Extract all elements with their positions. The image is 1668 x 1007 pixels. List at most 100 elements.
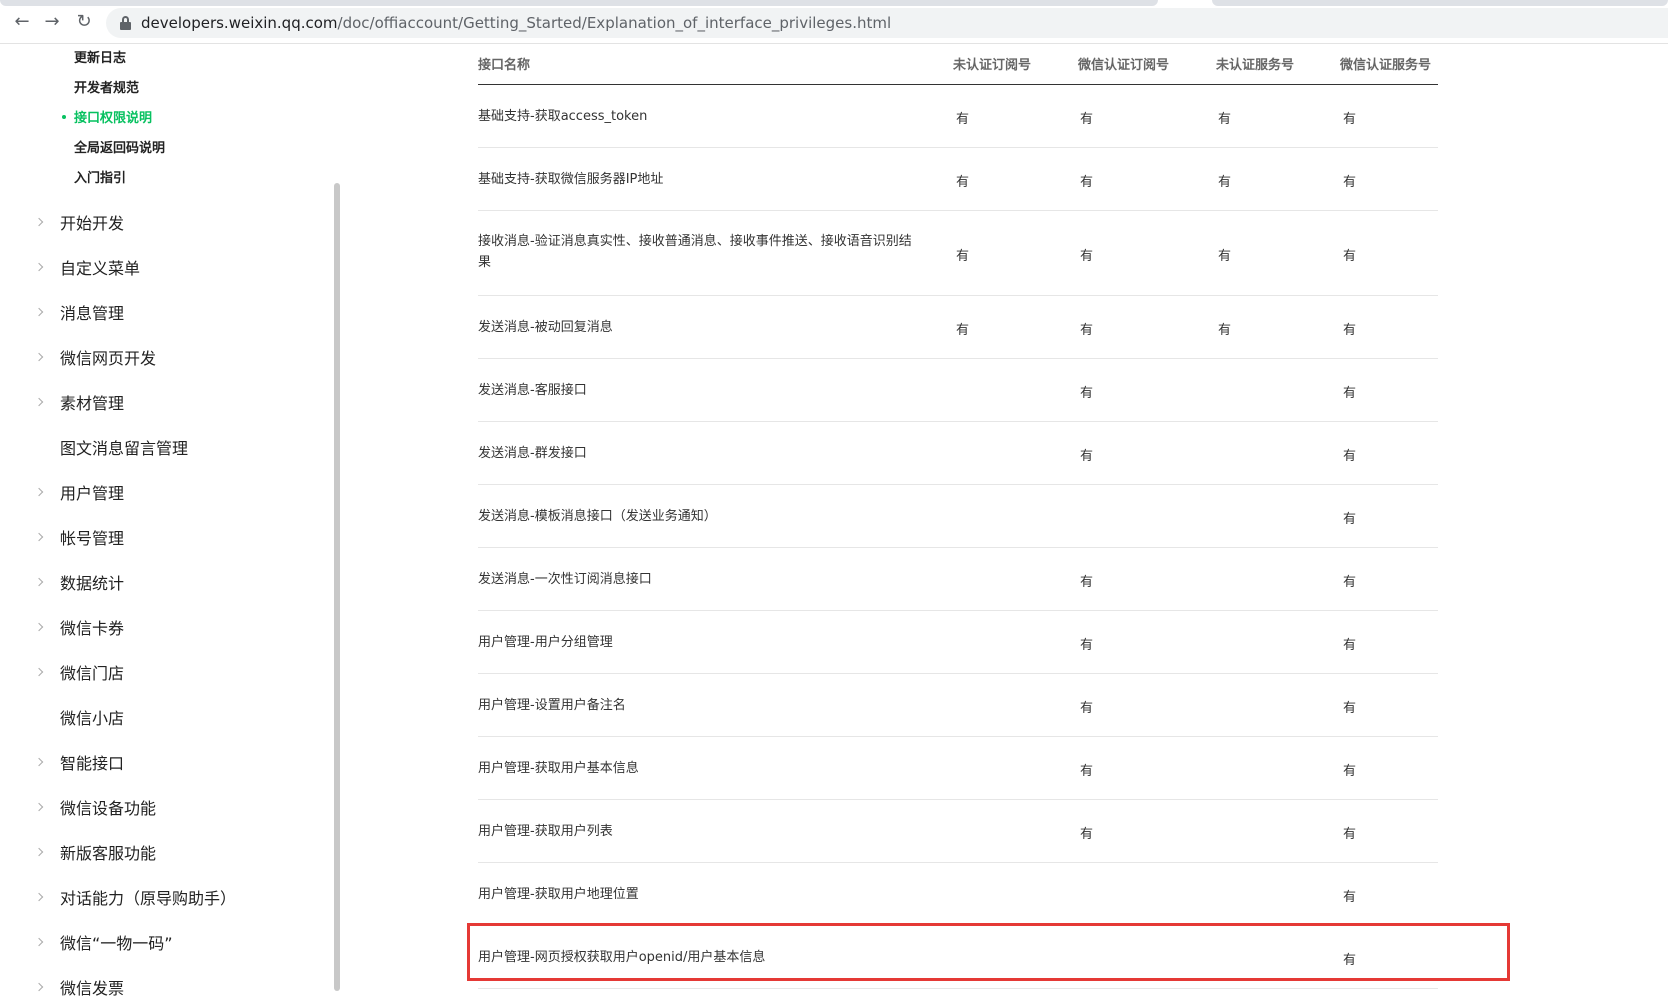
chevron-right-icon [34, 847, 44, 857]
chevron-right-icon [34, 982, 44, 992]
sidebar-item[interactable]: 开始开发 [0, 202, 330, 242]
url-path: /doc/offiaccount/Getting_Started/Explana… [337, 14, 892, 32]
interface-name-cell: 用户管理-获取用户列表 [478, 824, 613, 839]
sidebar-item[interactable]: 微信“一物一码” [0, 922, 330, 962]
chevron-right-icon [34, 262, 44, 272]
header-interface-name: 接口名称 [478, 58, 531, 73]
table-row: 发送消息-被动回复消息 有 有 有 有 [478, 296, 1438, 359]
privilege-cell: 有 [1343, 827, 1357, 842]
sidebar-item[interactable]: 智能接口 [0, 742, 330, 782]
privilege-cell: 有 [956, 323, 970, 338]
table-row: 发送消息-模板消息接口（发送业务通知） 有 [478, 485, 1438, 548]
sidebar-item[interactable]: 消息管理 [0, 292, 330, 332]
sidebar-item[interactable]: 微信小店 [0, 697, 330, 737]
sidebar-item[interactable]: 对话能力（原导购助手） [0, 877, 330, 917]
sidebar-subitem[interactable]: 入门指引 [74, 167, 126, 186]
sidebar-item[interactable]: 新版客服功能 [0, 832, 330, 872]
sidebar-item[interactable]: 图文消息留言管理 [0, 427, 330, 467]
interface-name-cell: 用户管理-获取用户地理位置 [478, 887, 639, 902]
sidebar-item-label: 帐号管理 [60, 529, 125, 548]
privilege-cell: 有 [1080, 575, 1094, 590]
privilege-cell: 有 [1343, 175, 1357, 190]
browser-toolbar: ← → ↻ developers.weixin.qq.com/doc/offia… [0, 0, 1668, 44]
tab-strip [0, 0, 1158, 6]
url-host: developers.weixin.qq.com [141, 14, 338, 32]
header-verified-service: 微信认证服务号 [1340, 58, 1432, 73]
privilege-cell: 有 [1080, 701, 1094, 716]
table-row: 接收消息-验证消息真实性、接收普通消息、接收事件推送、接收语音识别结果 有 有 有 有 [478, 211, 1438, 296]
interface-name-cell: 用户管理-设置用户备注名 [478, 698, 626, 713]
forward-icon[interactable]: → [42, 12, 62, 32]
privilege-cell: 有 [1343, 249, 1357, 264]
privilege-cell: 有 [1343, 112, 1357, 127]
sidebar-item-label: 新版客服功能 [60, 844, 157, 863]
sidebar-item[interactable]: 微信网页开发 [0, 337, 330, 377]
reload-icon[interactable]: ↻ [74, 12, 94, 32]
sidebar-item-label: 微信网页开发 [60, 349, 157, 368]
sidebar-item-label: 数据统计 [60, 574, 125, 593]
table-row: 用户管理-获取用户地理位置 有 [478, 863, 1438, 926]
interface-name-cell: 用户管理-用户分组管理 [478, 635, 613, 650]
interface-name-cell: 基础支持-获取微信服务器IP地址 [478, 172, 664, 187]
table-row: 基础支持-获取access_token 有 有 有 有 [478, 85, 1438, 148]
address-bar[interactable]: developers.weixin.qq.com/doc/offiaccount… [106, 8, 1668, 38]
privilege-cell: 有 [1343, 764, 1357, 779]
privilege-cell: 有 [1343, 323, 1357, 338]
privilege-cell: 有 [1080, 764, 1094, 779]
back-icon[interactable]: ← [12, 12, 32, 32]
sidebar-item[interactable]: 自定义菜单 [0, 247, 330, 287]
sidebar-subitem[interactable]: 开发者规范 [74, 77, 139, 96]
sidebar-item[interactable]: 帐号管理 [0, 517, 330, 557]
table-row: 用户管理-用户分组管理 有 有 [478, 611, 1438, 674]
table-row: 用户管理-获取用户基本信息 有 有 [478, 737, 1438, 800]
interface-name-cell: 发送消息-被动回复消息 [478, 320, 613, 335]
sidebar-item-label: 微信小店 [60, 709, 125, 728]
interface-name-cell: 发送消息-模板消息接口（发送业务通知） [478, 509, 717, 524]
privilege-cell: 有 [1080, 386, 1094, 401]
sidebar-item-label: 图文消息留言管理 [60, 439, 189, 458]
chevron-right-icon [34, 307, 44, 317]
header-unverified-subscription: 未认证订阅号 [953, 58, 1032, 73]
sidebar-item[interactable]: 用户管理 [0, 472, 330, 512]
sidebar-item[interactable]: 微信发票 [0, 967, 330, 1007]
privilege-cell: 有 [1343, 575, 1357, 590]
privilege-cell: 有 [1080, 175, 1094, 190]
chevron-right-icon [34, 577, 44, 587]
privilege-cell: 有 [1218, 249, 1232, 264]
header-verified-subscription: 微信认证订阅号 [1078, 58, 1170, 73]
interface-name-cell: 接收消息-验证消息真实性、接收普通消息、接收事件推送、接收语音识别结果 [478, 234, 912, 270]
sidebar-scrollbar[interactable] [334, 183, 340, 991]
privilege-cell: 有 [1080, 827, 1094, 842]
sidebar-item[interactable]: 微信卡券 [0, 607, 330, 647]
sidebar-item-label: 微信门店 [60, 664, 125, 683]
sidebar-subitem[interactable]: 全局返回码说明 [74, 137, 165, 156]
privilege-cell: 有 [1343, 386, 1357, 401]
lock-icon[interactable] [120, 16, 131, 30]
sidebar-item-label: 智能接口 [60, 754, 125, 773]
privilege-cell: 有 [1080, 449, 1094, 464]
table-row: 用户管理-网页授权获取用户openid/用户基本信息 有 [478, 926, 1438, 989]
sidebar-item[interactable]: 微信设备功能 [0, 787, 330, 827]
chevron-right-icon [34, 532, 44, 542]
table-row: 发送消息-一次性订阅消息接口 有 有 [478, 548, 1438, 611]
interface-name-cell: 用户管理-获取用户基本信息 [478, 761, 639, 776]
sidebar-item[interactable]: 素材管理 [0, 382, 330, 422]
privilege-cell: 有 [1218, 175, 1232, 190]
chevron-right-icon [34, 487, 44, 497]
privilege-cell: 有 [1080, 112, 1094, 127]
sidebar-item-label: 微信卡券 [60, 619, 125, 638]
chevron-right-icon [34, 892, 44, 902]
privilege-cell: 有 [1343, 701, 1357, 716]
table-row: 用户管理-设置用户备注名 有 有 [478, 674, 1438, 737]
sidebar-item-label: 自定义菜单 [60, 259, 141, 278]
privilege-cell: 有 [956, 249, 970, 264]
sidebar-item[interactable]: 微信门店 [0, 652, 330, 692]
privilege-cell: 有 [1080, 323, 1094, 338]
interface-name-cell: 发送消息-一次性订阅消息接口 [478, 572, 652, 587]
chevron-right-icon [34, 397, 44, 407]
table-header: 接口名称 未认证订阅号 微信认证订阅号 未认证服务号 微信认证服务号 [478, 45, 1438, 85]
sidebar-subitem[interactable]: 接口权限说明 [74, 107, 152, 126]
sidebar-item[interactable]: 数据统计 [0, 562, 330, 602]
sidebar-subitem[interactable]: 更新日志 [74, 47, 126, 66]
sidebar-item-label: 用户管理 [60, 484, 125, 503]
